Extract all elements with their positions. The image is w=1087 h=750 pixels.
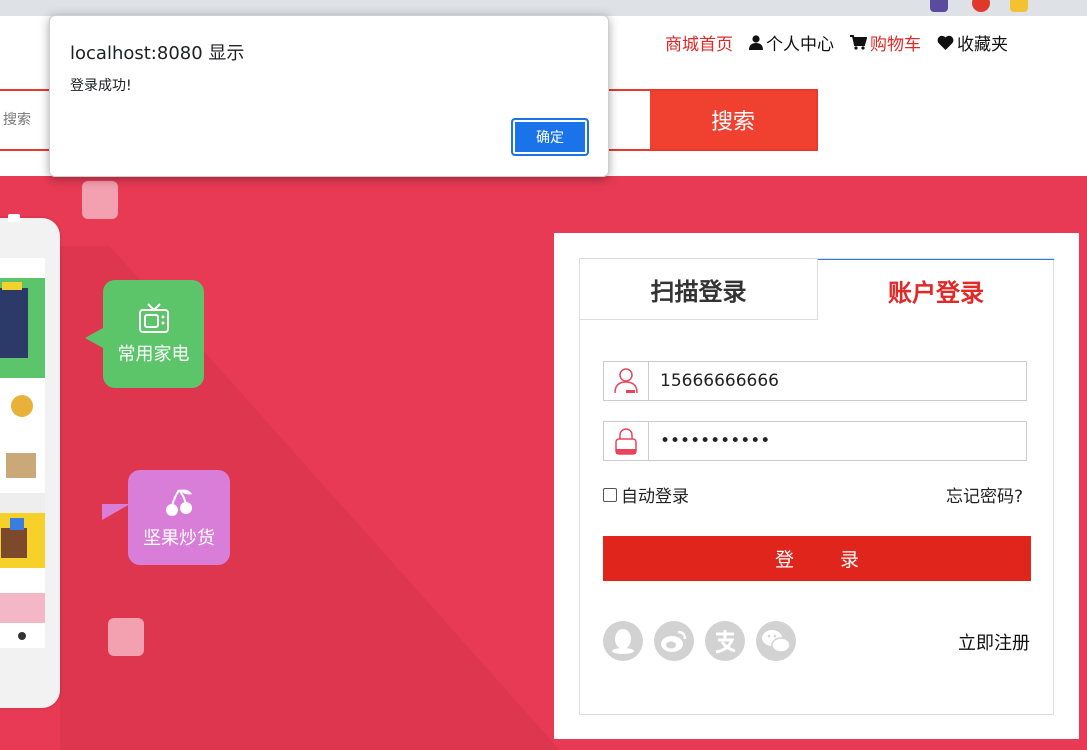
alert-dialog: localhost:8080 显示 登录成功! 确定 <box>49 15 609 177</box>
heart-icon <box>937 35 954 50</box>
dialog-ok-button[interactable]: 确定 <box>511 118 589 156</box>
alipay-icon[interactable] <box>705 621 745 661</box>
extension-icon[interactable] <box>930 0 948 12</box>
password-field[interactable]: ••••••••••• <box>603 421 1027 461</box>
weibo-icon[interactable] <box>654 621 694 661</box>
username-value: 15666666666 <box>660 371 779 391</box>
phone-screen-image <box>0 258 45 648</box>
password-value: ••••••••••• <box>660 431 771 451</box>
nav-cart-label: 购物车 <box>870 35 921 55</box>
extension-icon[interactable] <box>1010 0 1028 12</box>
nuts-label: 坚果炒货 <box>143 527 215 549</box>
search-button[interactable]: 搜索 <box>650 89 818 151</box>
login-button[interactable]: 登 录 <box>603 536 1031 581</box>
forgot-password-link[interactable]: 忘记密码? <box>946 482 1023 507</box>
dialog-title: localhost:8080 显示 <box>70 43 245 64</box>
decorative-bubble <box>108 618 144 656</box>
qq-icon[interactable] <box>603 621 643 661</box>
top-nav: 商城首页 个人中心 购物车 收藏夹 <box>665 30 1008 55</box>
nav-favorites-label: 收藏夹 <box>957 35 1008 55</box>
auto-login-label: 自动登录 <box>621 487 689 507</box>
nav-profile-label: 个人中心 <box>766 35 834 55</box>
register-link[interactable]: 立即注册 <box>958 629 1030 655</box>
nav-profile-link[interactable]: 个人中心 <box>749 30 834 55</box>
dialog-message: 登录成功! <box>70 78 132 94</box>
cart-icon <box>850 35 867 50</box>
user-outline-icon <box>614 368 638 394</box>
auto-login-checkbox[interactable] <box>603 487 617 502</box>
tab-account-login[interactable]: 账户登录 <box>818 259 1054 320</box>
username-field[interactable]: 15666666666 <box>603 361 1027 401</box>
nav-home-link[interactable]: 商城首页 <box>665 30 733 55</box>
extension-icon[interactable] <box>972 0 990 12</box>
cherry-icon <box>166 488 192 516</box>
auto-login-option: 自动登录 <box>603 482 689 507</box>
phone-mockup <box>0 214 60 708</box>
nav-cart-link[interactable]: 购物车 <box>850 30 921 55</box>
browser-toolbar-strip <box>0 0 1087 16</box>
tab-scan-login[interactable]: 扫描登录 <box>580 259 818 320</box>
lock-icon <box>615 428 637 455</box>
tv-icon <box>138 303 169 333</box>
appliances-bubble: 常用家电 <box>85 280 204 388</box>
appliances-label: 常用家电 <box>117 344 190 365</box>
wechat-icon[interactable] <box>756 621 796 661</box>
nav-favorites-link[interactable]: 收藏夹 <box>937 30 1008 55</box>
decorative-bubble <box>82 181 118 219</box>
login-form: 扫描登录 账户登录 15666666666 ••••••••••• 自动登录 忘… <box>579 258 1054 715</box>
nuts-bubble: 坚果炒货 <box>102 470 230 565</box>
user-icon <box>749 35 763 50</box>
social-login-list <box>603 621 796 661</box>
